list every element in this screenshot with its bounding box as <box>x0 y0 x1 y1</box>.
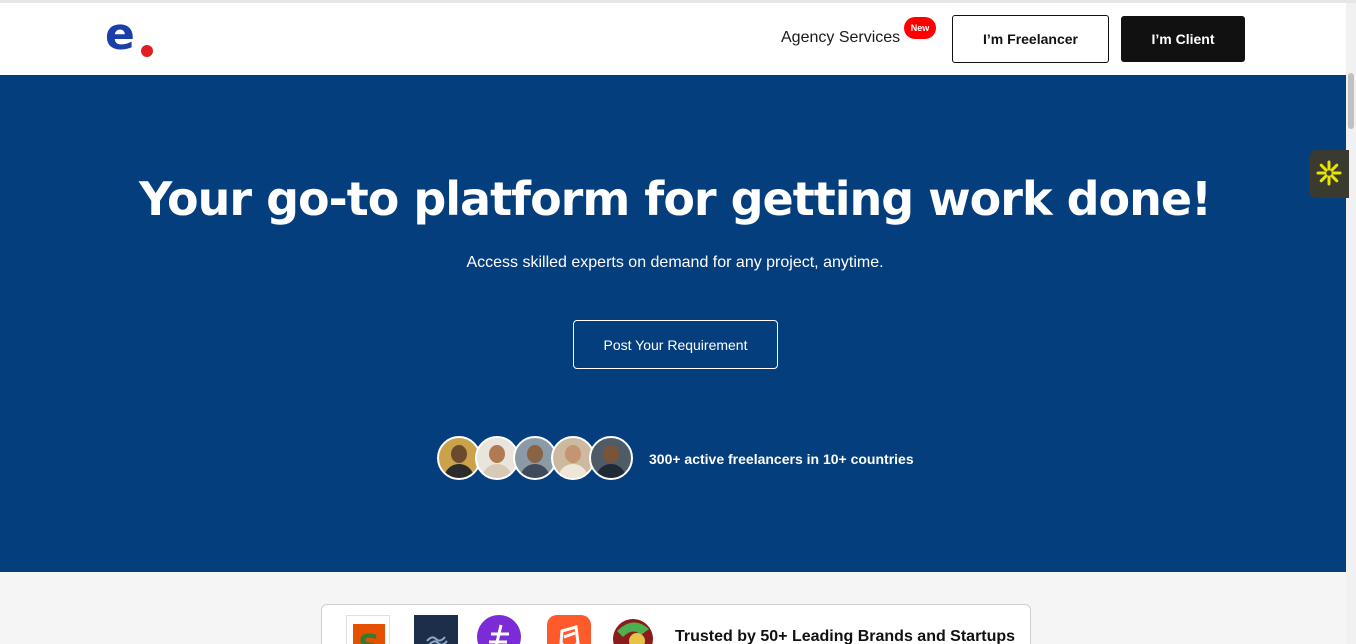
freelancer-avatar-icon <box>589 436 633 480</box>
side-widget-button[interactable] <box>1309 150 1349 198</box>
site-header: e Agency Services New I’m Freelancer I’m… <box>0 3 1346 75</box>
avatar-head <box>565 445 581 463</box>
freelancer-stat-text: 300+ active freelancers in 10+ countries <box>649 451 914 467</box>
scrollbar-thumb[interactable] <box>1348 73 1354 129</box>
brand-logo-shield-icon <box>547 615 591 644</box>
avatar-head <box>527 445 543 463</box>
post-requirement-button[interactable]: Post Your Requirement <box>573 320 778 369</box>
avatar-body <box>520 464 550 478</box>
site-logo[interactable]: e <box>105 13 155 61</box>
avatar-body <box>444 464 474 478</box>
im-client-button[interactable]: I’m Client <box>1121 16 1245 62</box>
svg-text:S: S <box>358 629 380 644</box>
logo-letter: e <box>105 9 135 60</box>
im-freelancer-button[interactable]: I’m Freelancer <box>952 15 1109 63</box>
brand-logo-wave-icon <box>414 615 458 644</box>
brand-logo-hash-icon <box>477 615 521 644</box>
brand-logo-globe-icon <box>611 615 655 644</box>
avatar-head <box>451 445 467 463</box>
agency-services-link[interactable]: Agency Services <box>781 29 900 47</box>
new-badge: New <box>904 17 936 39</box>
brand-logo-s-icon: S <box>346 615 390 644</box>
asterisk-widget-icon <box>1316 160 1342 186</box>
freelancer-avatars <box>437 436 637 480</box>
hero-subtitle: Access skilled experts on demand for any… <box>466 254 884 271</box>
avatar-body <box>558 464 588 478</box>
avatar-head <box>603 445 619 463</box>
avatar-head <box>489 445 505 463</box>
avatar-body <box>596 464 626 478</box>
trusted-brands-text: Trusted by 50+ Leading Brands and Startu… <box>675 628 1016 644</box>
hero-section: Your go-to platform for getting work don… <box>0 75 1346 572</box>
page-scrollbar[interactable] <box>1346 3 1356 644</box>
trusted-brands-section: S Trusted by 50+ Leading Brands and Star… <box>0 572 1346 644</box>
hero-title: Your go-to platform for getting work don… <box>138 172 1212 226</box>
brands-card: S Trusted by 50+ Leading Brands and Star… <box>321 604 1031 644</box>
logo-dot <box>141 45 153 57</box>
avatar-body <box>482 464 512 478</box>
